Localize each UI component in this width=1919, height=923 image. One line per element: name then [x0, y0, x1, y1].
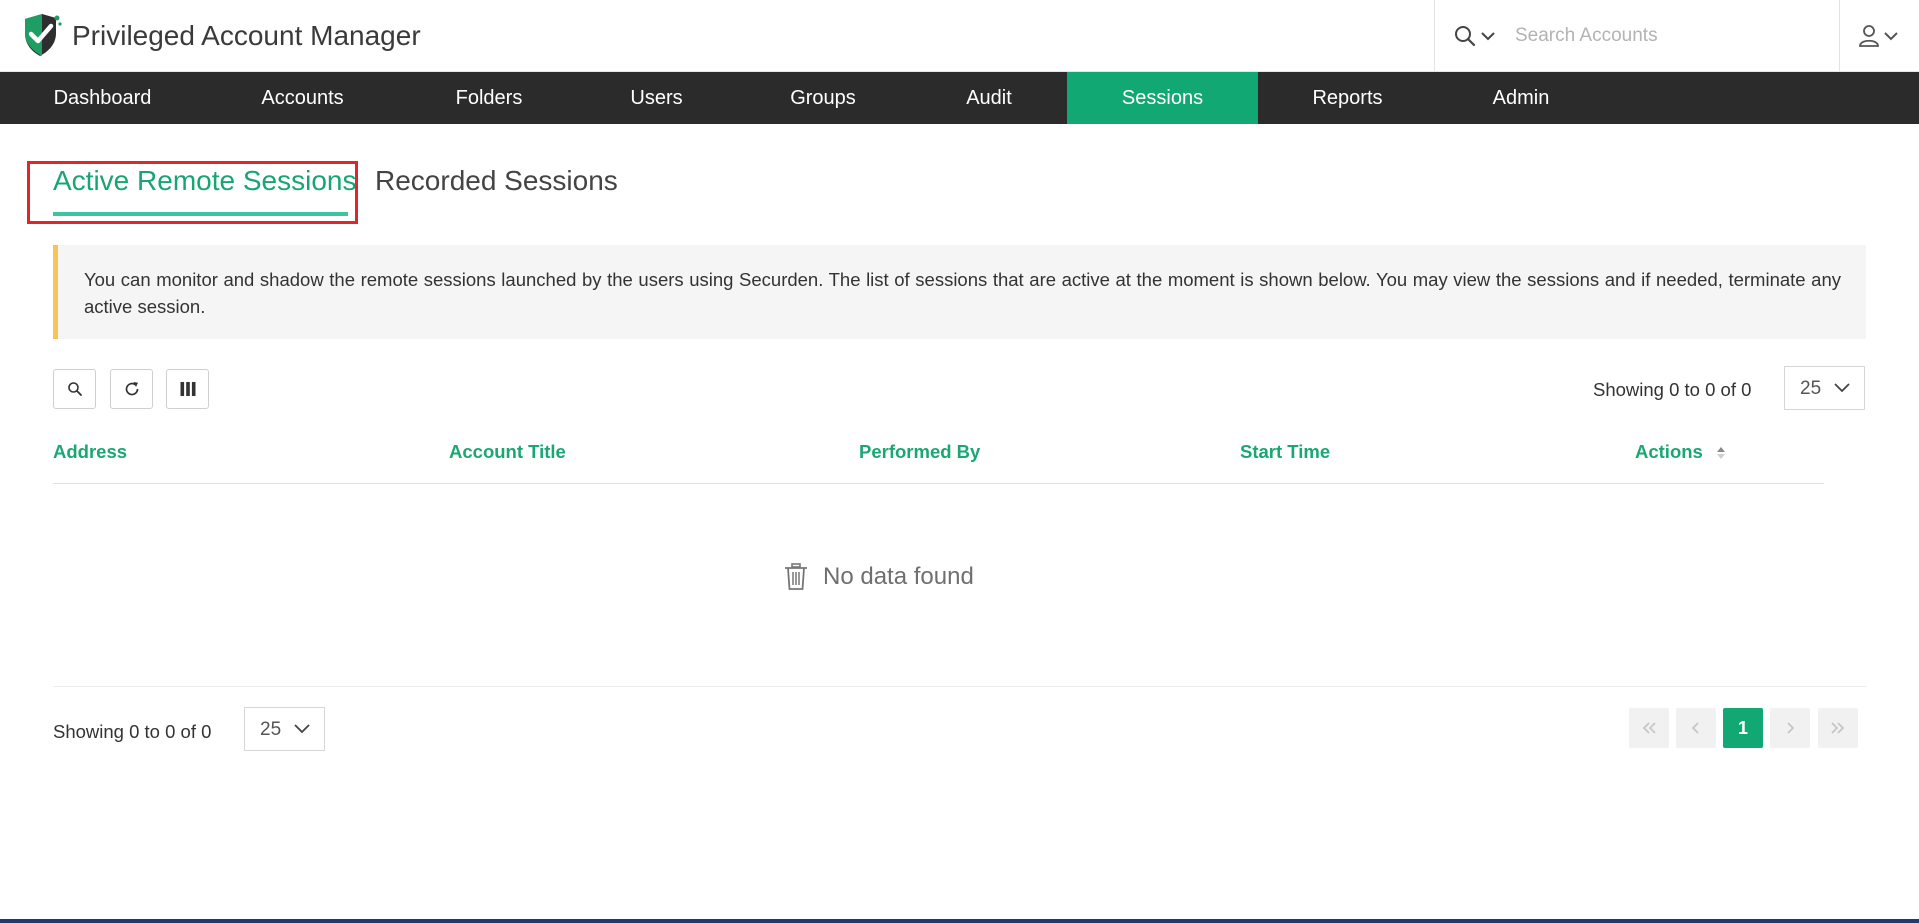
nav-accounts[interactable]: Accounts	[205, 72, 400, 124]
user-menu[interactable]	[1858, 22, 1908, 50]
table-search-button[interactable]	[53, 369, 96, 409]
column-header-actions[interactable]: Actions	[1635, 440, 1726, 464]
chevron-right-icon	[1787, 722, 1795, 734]
empty-state-text: No data found	[823, 563, 974, 590]
column-header-address[interactable]: Address	[53, 440, 127, 464]
showing-count-top: Showing 0 to 0 of 0	[1593, 379, 1752, 400]
current-page-number: 1	[1737, 717, 1748, 738]
trash-icon	[785, 563, 807, 590]
double-chevron-left-icon	[1642, 722, 1656, 734]
nav-audit[interactable]: Audit	[911, 72, 1067, 124]
highlight-box	[27, 161, 358, 224]
sort-icon	[1716, 447, 1725, 460]
double-chevron-right-icon	[1831, 722, 1845, 734]
last-page-button[interactable]	[1818, 708, 1858, 748]
showing-count-bottom: Showing 0 to 0 of 0	[53, 721, 212, 742]
nav-sessions[interactable]: Sessions	[1067, 72, 1258, 124]
user-icon	[1859, 25, 1879, 47]
search-icon	[1455, 26, 1476, 47]
next-page-button[interactable]	[1770, 708, 1810, 748]
table-footer-divider	[53, 686, 1866, 687]
columns-icon	[180, 382, 195, 396]
nav-users[interactable]: Users	[578, 72, 735, 124]
chevron-down-icon	[1884, 32, 1898, 41]
chevron-down-icon	[294, 724, 310, 734]
app-title: Privileged Account Manager	[72, 20, 421, 51]
nav-dashboard[interactable]: Dashboard	[0, 72, 205, 124]
first-page-button[interactable]	[1629, 708, 1669, 748]
nav-folders[interactable]: Folders	[400, 72, 578, 124]
previous-page-button[interactable]	[1676, 708, 1716, 748]
nav-reports[interactable]: Reports	[1258, 72, 1437, 124]
table-header-divider	[53, 483, 1824, 484]
page-1-button[interactable]: 1	[1723, 708, 1763, 748]
column-header-actions-label: Actions	[1635, 441, 1703, 462]
info-message: You can monitor and shadow the remote se…	[53, 245, 1866, 339]
page-size-select-bottom[interactable]: 25	[244, 707, 325, 751]
refresh-button[interactable]	[110, 369, 153, 409]
chevron-down-icon	[1481, 32, 1495, 41]
chevron-left-icon	[1691, 722, 1699, 734]
app-header: Privileged Account Manager	[0, 0, 1919, 72]
page-size-value: 25	[260, 719, 282, 740]
empty-state: No data found	[783, 561, 974, 593]
tab-recorded-sessions[interactable]: Recorded Sessions	[375, 163, 618, 199]
column-header-start-time[interactable]: Start Time	[1240, 440, 1330, 464]
page-size-select-top[interactable]: 25	[1784, 366, 1865, 410]
search-input[interactable]	[1515, 18, 1815, 54]
main-nav: Dashboard Accounts Folders Users Groups …	[0, 72, 1919, 124]
refresh-icon	[125, 382, 138, 396]
nav-admin[interactable]: Admin	[1437, 72, 1605, 124]
search-icon	[67, 382, 82, 396]
column-header-account-title[interactable]: Account Title	[449, 440, 566, 464]
shield-check-icon[interactable]	[22, 13, 62, 57]
column-chooser-button[interactable]	[166, 369, 209, 409]
window-bottom-border	[0, 919, 1919, 923]
nav-groups[interactable]: Groups	[735, 72, 911, 124]
column-header-performed-by[interactable]: Performed By	[859, 440, 980, 464]
search-bar	[1434, 0, 1840, 72]
chevron-down-icon	[1834, 383, 1850, 393]
search-type-dropdown[interactable]	[1453, 22, 1499, 50]
page-size-value: 25	[1800, 378, 1822, 399]
